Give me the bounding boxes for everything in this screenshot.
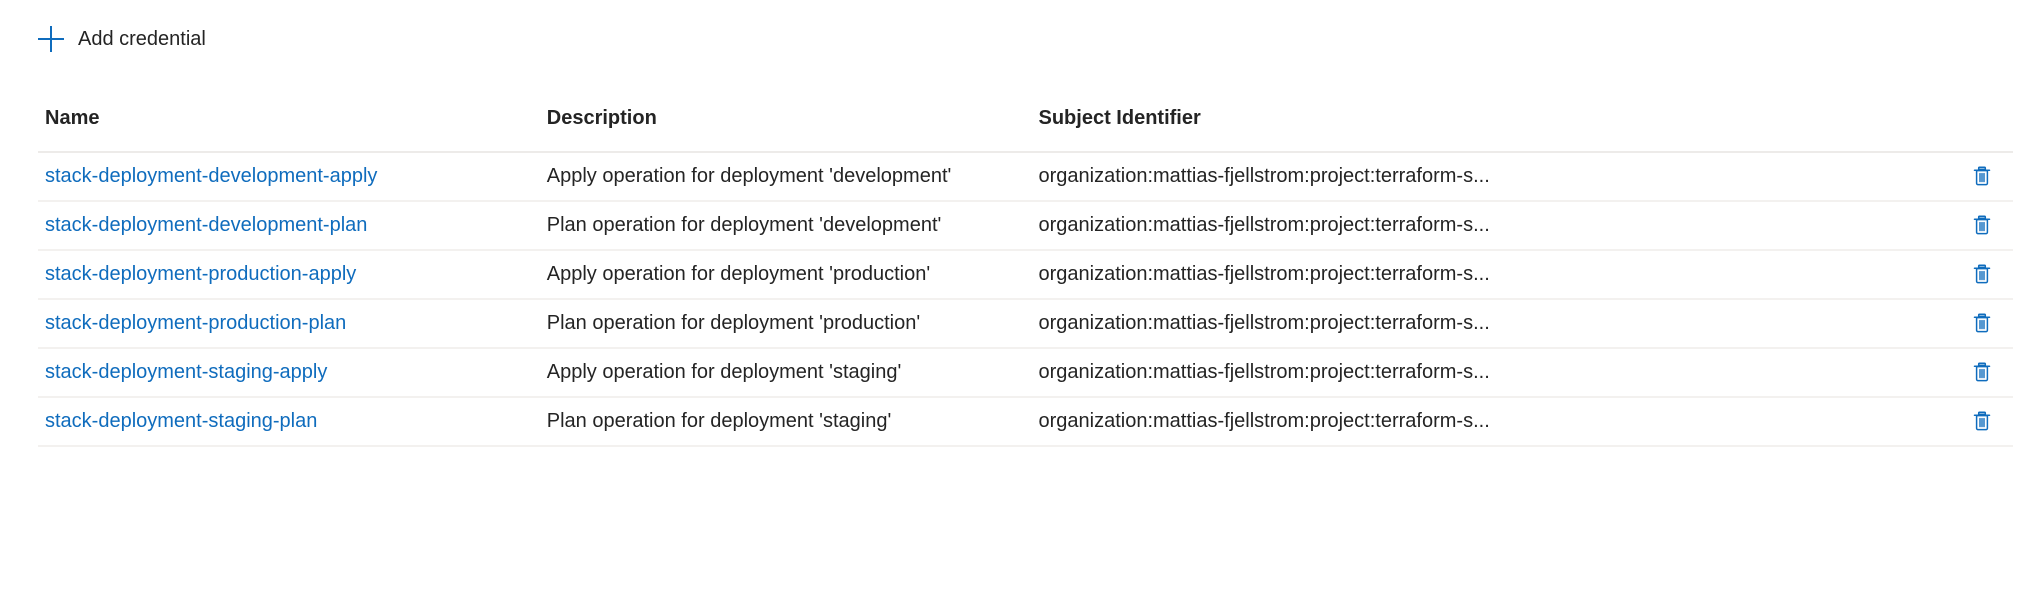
delete-credential-button[interactable]	[1965, 208, 1999, 242]
add-credential-button[interactable]: Add credential	[38, 20, 212, 58]
trash-icon	[1970, 213, 1994, 237]
trash-icon	[1970, 360, 1994, 384]
column-header-description[interactable]: Description	[539, 96, 1032, 153]
table-row[interactable]: stack-deployment-development-plan Plan o…	[38, 201, 2013, 251]
cell-subject-identifier: organization:mattias-fjellstrom:project:…	[1031, 201, 1965, 251]
cell-actions	[1964, 201, 2013, 251]
table-header: Name Description Subject Identifier	[38, 96, 2013, 153]
cell-subject-identifier: organization:mattias-fjellstrom:project:…	[1031, 250, 1965, 300]
cell-description: Apply operation for deployment 'staging'	[539, 348, 1032, 398]
cell-actions	[1964, 397, 2013, 447]
cell-subject-identifier: organization:mattias-fjellstrom:project:…	[1031, 397, 1965, 447]
cell-name: stack-deployment-development-plan	[38, 201, 540, 251]
column-header-subject-identifier[interactable]: Subject Identifier	[1031, 96, 1965, 153]
trash-icon	[1970, 262, 1994, 286]
table-row[interactable]: stack-deployment-staging-plan Plan opera…	[38, 397, 2013, 447]
table-row[interactable]: stack-deployment-development-apply Apply…	[38, 152, 2013, 202]
trash-icon	[1970, 164, 1994, 188]
plus-icon	[38, 26, 64, 52]
cell-description: Apply operation for deployment 'developm…	[539, 152, 1032, 202]
cell-name: stack-deployment-production-apply	[38, 250, 540, 300]
delete-credential-button[interactable]	[1965, 306, 1999, 340]
subject-identifier-text: organization:mattias-fjellstrom:project:…	[1038, 361, 1490, 383]
cell-name: stack-deployment-development-apply	[38, 152, 540, 202]
credential-name-link[interactable]: stack-deployment-staging-plan	[45, 410, 317, 432]
column-header-name[interactable]: Name	[38, 96, 540, 153]
credential-name-link[interactable]: stack-deployment-production-plan	[45, 312, 346, 334]
cell-name: stack-deployment-staging-plan	[38, 397, 540, 447]
cell-actions	[1964, 348, 2013, 398]
trash-icon	[1970, 409, 1994, 433]
subject-identifier-text: organization:mattias-fjellstrom:project:…	[1038, 312, 1490, 334]
cell-description: Apply operation for deployment 'producti…	[539, 250, 1032, 300]
cell-actions	[1964, 299, 2013, 349]
command-bar: Add credential	[38, 20, 212, 58]
subject-identifier-text: organization:mattias-fjellstrom:project:…	[1038, 410, 1490, 432]
table-row[interactable]: stack-deployment-staging-apply Apply ope…	[38, 348, 2013, 398]
credentials-table: Name Description Subject Identifier stac…	[38, 96, 2013, 447]
delete-credential-button[interactable]	[1965, 355, 1999, 389]
credentials-page: Add credential Name Description Subject …	[0, 0, 2038, 596]
subject-identifier-text: organization:mattias-fjellstrom:project:…	[1038, 165, 1490, 187]
subject-identifier-text: organization:mattias-fjellstrom:project:…	[1038, 263, 1490, 285]
cell-subject-identifier: organization:mattias-fjellstrom:project:…	[1031, 348, 1965, 398]
cell-subject-identifier: organization:mattias-fjellstrom:project:…	[1031, 299, 1965, 349]
credential-name-link[interactable]: stack-deployment-development-plan	[45, 214, 367, 236]
delete-credential-button[interactable]	[1965, 159, 1999, 193]
cell-actions	[1964, 152, 2013, 202]
cell-name: stack-deployment-production-plan	[38, 299, 540, 349]
table-row[interactable]: stack-deployment-production-apply Apply …	[38, 250, 2013, 300]
table-row[interactable]: stack-deployment-production-plan Plan op…	[38, 299, 2013, 349]
delete-credential-button[interactable]	[1965, 404, 1999, 438]
table-body: stack-deployment-development-apply Apply…	[38, 152, 2013, 447]
credential-name-link[interactable]: stack-deployment-staging-apply	[45, 361, 327, 383]
delete-credential-button[interactable]	[1965, 257, 1999, 291]
subject-identifier-text: organization:mattias-fjellstrom:project:…	[1038, 214, 1490, 236]
cell-actions	[1964, 250, 2013, 300]
cell-subject-identifier: organization:mattias-fjellstrom:project:…	[1031, 152, 1965, 202]
table-header-row: Name Description Subject Identifier	[38, 96, 2013, 153]
column-header-actions	[1964, 96, 2013, 153]
trash-icon	[1970, 311, 1994, 335]
cell-description: Plan operation for deployment 'developme…	[539, 201, 1032, 251]
add-credential-label: Add credential	[78, 28, 206, 50]
cell-description: Plan operation for deployment 'productio…	[539, 299, 1032, 349]
cell-description: Plan operation for deployment 'staging'	[539, 397, 1032, 447]
cell-name: stack-deployment-staging-apply	[38, 348, 540, 398]
credential-name-link[interactable]: stack-deployment-development-apply	[45, 165, 377, 187]
credential-name-link[interactable]: stack-deployment-production-apply	[45, 263, 356, 285]
